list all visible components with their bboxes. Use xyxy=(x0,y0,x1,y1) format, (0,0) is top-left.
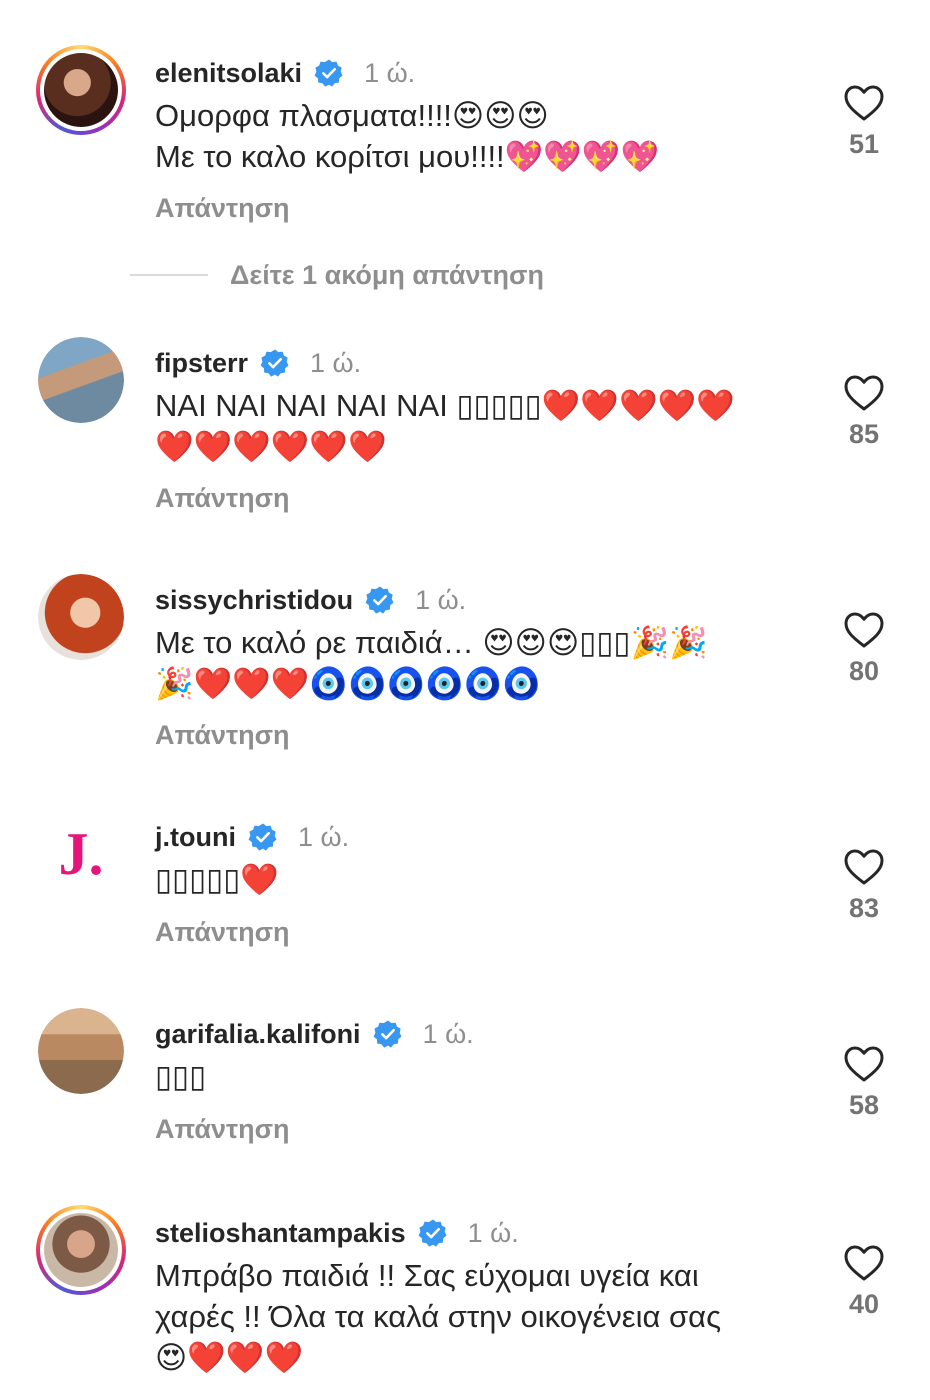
comment-line: ❤️❤️❤️❤️❤️❤️ xyxy=(155,429,387,464)
reply-button[interactable]: Απάντηση xyxy=(155,917,290,948)
like-button[interactable]: 40 xyxy=(838,1245,890,1320)
username[interactable]: j.touni xyxy=(155,822,236,853)
reply-button[interactable]: Απάντηση xyxy=(155,720,290,751)
avatar[interactable] xyxy=(36,1205,126,1295)
comment-text: ▯▯▯ xyxy=(155,1056,805,1097)
heart-icon[interactable] xyxy=(844,1245,884,1281)
comment-line: Μπράβο παιδιά !! Σας εύχομαι υγεία και xyxy=(155,1258,699,1293)
heart-icon[interactable] xyxy=(844,375,884,411)
username[interactable]: fipsterr xyxy=(155,348,248,379)
timestamp: 1 ώ. xyxy=(422,1018,474,1049)
comment-text: ΝΑΙ ΝΑΙ ΝΑΙ ΝΑΙ ΝΑΙ ▯▯▯▯▯❤️❤️❤️❤️❤️ ❤️❤️… xyxy=(155,385,805,467)
reply-button[interactable]: Απάντηση xyxy=(155,1114,290,1145)
comment-line: 🎉❤️❤️❤️🧿🧿🧿🧿🧿🧿 xyxy=(155,666,541,701)
avatar[interactable]: J. xyxy=(38,811,124,897)
heart-icon[interactable] xyxy=(844,612,884,648)
comment-line: Με το καλό ρε παιδιά… 😍😍😍▯▯▯🎉🎉 xyxy=(155,625,708,660)
brand-logo: J. xyxy=(58,821,104,887)
like-button[interactable]: 80 xyxy=(838,612,890,687)
avatar[interactable] xyxy=(38,574,124,660)
comment-line: ΝΑΙ ΝΑΙ ΝΑΙ ΝΑΙ ΝΑΙ ▯▯▯▯▯❤️❤️❤️❤️❤️ xyxy=(155,388,735,423)
like-count: 51 xyxy=(848,129,880,159)
comment-text: Ομορφα πλασματα!!!!😍😍😍 Με το καλο κορίτσ… xyxy=(155,95,805,177)
avatar[interactable] xyxy=(38,1008,124,1094)
verified-badge-icon xyxy=(314,59,343,87)
username[interactable]: garifalia.kalifoni xyxy=(155,1019,361,1050)
reply-button[interactable]: Απάντηση xyxy=(155,483,290,514)
username[interactable]: elenitsolaki xyxy=(155,58,302,89)
comment-line: Ομορφα πλασματα!!!!😍😍😍 xyxy=(155,98,549,133)
like-button[interactable]: 85 xyxy=(838,375,890,450)
like-button[interactable]: 51 xyxy=(838,85,890,160)
comment-text: Με το καλό ρε παιδιά… 😍😍😍▯▯▯🎉🎉 🎉❤️❤️❤️🧿🧿… xyxy=(155,622,805,704)
like-count: 80 xyxy=(848,656,880,686)
view-more-replies-label[interactable]: Δείτε 1 ακόμη απάντηση xyxy=(230,260,544,291)
like-count: 85 xyxy=(848,419,880,449)
timestamp: 1 ώ. xyxy=(310,347,362,378)
username[interactable]: stelioshantampakis xyxy=(155,1218,406,1249)
heart-icon[interactable] xyxy=(844,1046,884,1082)
view-more-replies[interactable]: Δείτε 1 ακόμη απάντηση xyxy=(130,255,544,295)
heart-icon[interactable] xyxy=(844,85,884,121)
like-count: 40 xyxy=(848,1289,880,1319)
verified-badge-icon xyxy=(248,823,277,851)
comments-feed: elenitsolaki 1 ώ. Ομορφα πλασματα!!!!😍😍😍… xyxy=(0,0,930,1400)
username[interactable]: sissychristidou xyxy=(155,585,353,616)
avatar[interactable] xyxy=(36,45,126,135)
comment-line: ▯▯▯▯▯❤️ xyxy=(155,862,279,897)
timestamp: 1 ώ. xyxy=(467,1217,519,1248)
avatar[interactable] xyxy=(38,337,124,423)
comment-line: 😍❤️❤️❤️ xyxy=(155,1340,304,1375)
like-button[interactable]: 83 xyxy=(838,849,890,924)
like-count: 58 xyxy=(848,1090,880,1120)
comment-text: ▯▯▯▯▯❤️ xyxy=(155,859,805,900)
divider xyxy=(130,274,208,276)
reply-button[interactable]: Απάντηση xyxy=(155,193,290,224)
comment-line: Με το καλο κορίτσι μου!!!!💖💖💖💖 xyxy=(155,139,660,174)
timestamp: 1 ώ. xyxy=(415,584,467,615)
comment-text: Μπράβο παιδιά !! Σας εύχομαι υγεία και χ… xyxy=(155,1255,805,1378)
verified-badge-icon xyxy=(365,586,394,614)
verified-badge-icon xyxy=(373,1020,402,1048)
comment-line: χαρές !! Όλα τα καλά στην οικογένεια σας xyxy=(155,1299,722,1334)
like-button[interactable]: 58 xyxy=(838,1046,890,1121)
like-count: 83 xyxy=(848,893,880,923)
verified-badge-icon xyxy=(418,1219,447,1247)
timestamp: 1 ώ. xyxy=(364,57,416,88)
comment-line: ▯▯▯ xyxy=(155,1059,207,1094)
heart-icon[interactable] xyxy=(844,849,884,885)
timestamp: 1 ώ. xyxy=(297,821,350,852)
verified-badge-icon xyxy=(260,349,289,377)
